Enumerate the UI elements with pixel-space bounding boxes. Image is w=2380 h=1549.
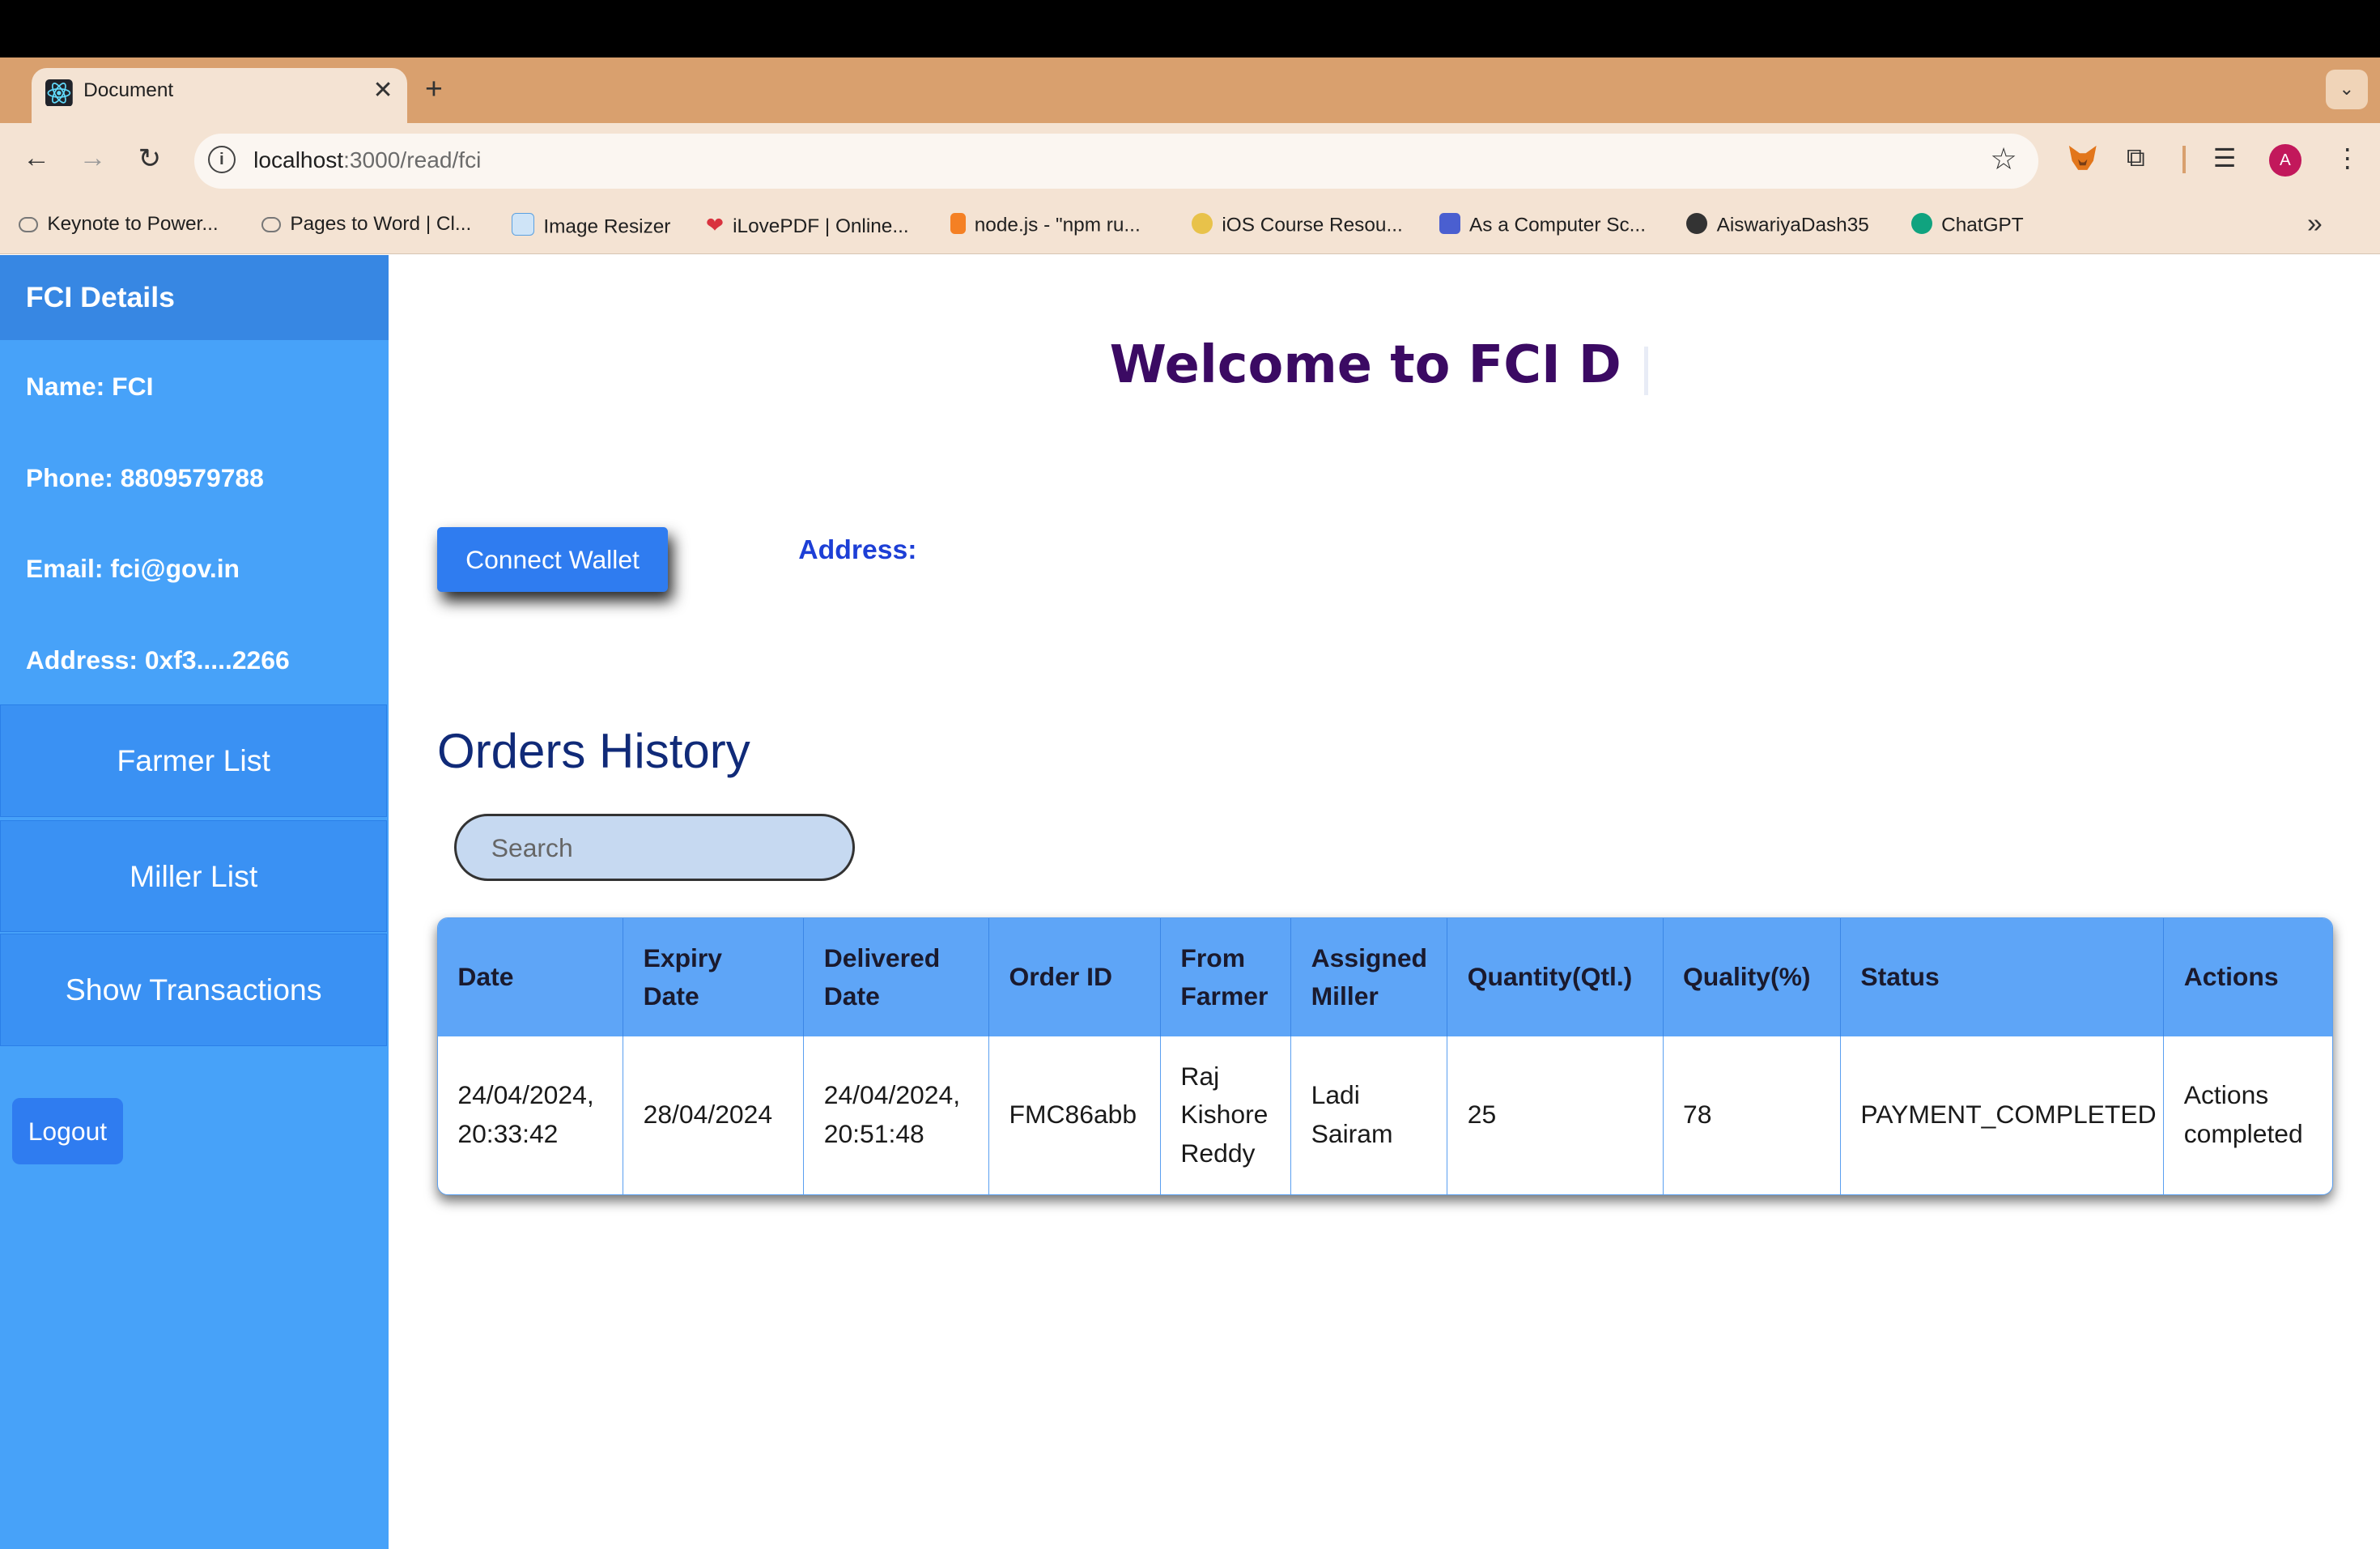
fci-name: Name: FCI [25, 372, 154, 402]
column-header[interactable]: Expiry Date [623, 917, 805, 1036]
table-header-row: Date Expiry Date Delivered Date Order ID… [438, 917, 2332, 1036]
chatgpt-icon [1910, 212, 1932, 234]
url-text[interactable]: localhost:3000/read/fci [253, 147, 481, 173]
farmer-list-button[interactable]: Farmer List [0, 704, 388, 817]
heart-icon: ❤ [705, 212, 724, 237]
cell-order-id: FMC86abb [988, 1036, 1161, 1194]
bookmark-item[interactable]: Keynote to Power... [18, 213, 219, 236]
profile-avatar[interactable]: A [2269, 144, 2301, 177]
column-header[interactable]: Order ID [988, 917, 1161, 1036]
cell-quantity: 25 [1447, 1036, 1664, 1194]
sidebar-title: FCI Details [25, 280, 175, 313]
cell-assigned-miller: Ladi Sairam [1290, 1036, 1448, 1194]
screen: Document ✕ + ⌄ ← → ↻ i localhost:3000/re… [0, 0, 2380, 1549]
media-queue-icon[interactable]: ☰ [2213, 143, 2237, 173]
bookmark-item[interactable]: Image Resizer [511, 212, 670, 239]
new-tab-icon[interactable]: + [425, 71, 443, 106]
bookmark-item[interactable]: ChatGPT [1910, 212, 2024, 237]
orders-history-heading: Orders History [437, 723, 750, 778]
close-icon[interactable]: ✕ [372, 76, 393, 104]
column-header[interactable]: Assigned Miller [1290, 917, 1448, 1036]
bookmarks-bar: Keynote to Power... Pages to Word | Cl..… [0, 198, 2380, 255]
back-icon[interactable]: ← [23, 143, 50, 174]
bookmark-item[interactable]: iOS Course Resou... [1191, 212, 1403, 237]
column-header[interactable]: Status [1840, 917, 2165, 1036]
cell-status: PAYMENT_COMPLETED [1840, 1036, 2165, 1194]
fci-phone: Phone: 8809579788 [25, 462, 264, 492]
top-black-bar [0, 0, 2380, 58]
search-box[interactable] [453, 814, 855, 881]
reload-icon[interactable]: ↻ [138, 143, 161, 175]
bookmark-item[interactable]: As a Computer Sc... [1439, 212, 1646, 237]
table-row: 24/04/2024, 20:33:42 28/04/2024 24/04/20… [438, 1036, 2332, 1194]
image-icon [511, 212, 535, 236]
typing-cursor [1643, 346, 1649, 395]
browser-tab[interactable]: Document ✕ [32, 68, 407, 123]
forward-icon[interactable]: → [79, 143, 107, 174]
column-header[interactable]: Date [438, 917, 624, 1036]
column-header[interactable]: Quantity(Qtl.) [1447, 917, 1664, 1036]
tab-title: Document [83, 79, 174, 101]
github-icon [1686, 212, 1708, 234]
column-header[interactable]: Delivered Date [803, 917, 990, 1036]
cell-expiry-date: 28/04/2024 [623, 1036, 805, 1194]
fci-address: Address: 0xf3.....2266 [25, 645, 290, 674]
course-icon [1191, 212, 1213, 234]
bookmark-item[interactable]: node.js - "npm ru... [950, 212, 1141, 237]
react-icon [45, 79, 73, 107]
extensions-icon[interactable]: ⧉ [2127, 143, 2145, 173]
column-header[interactable]: Actions [2163, 917, 2332, 1036]
logout-button[interactable]: Logout [12, 1097, 123, 1165]
column-header[interactable]: Quality(%) [1663, 917, 1841, 1036]
connect-wallet-button[interactable]: Connect Wallet [437, 526, 668, 593]
site-info-icon[interactable]: i [207, 146, 236, 173]
cell-from-farmer: Raj Kishore Reddy [1160, 1036, 1292, 1194]
miller-list-button[interactable]: Miller List [0, 819, 388, 933]
chevron-down-icon[interactable]: ⌄ [2325, 70, 2368, 109]
bookmark-item[interactable]: AiswariyaDash35 [1686, 212, 1869, 237]
bookmarks-overflow-icon[interactable]: » [2307, 208, 2323, 240]
toolbar-divider [2182, 146, 2186, 173]
cloud-icon [261, 217, 282, 233]
cell-quality: 78 [1663, 1036, 1841, 1194]
column-header[interactable]: From Farmer [1160, 917, 1292, 1036]
cell-date: 24/04/2024, 20:33:42 [438, 1036, 624, 1194]
show-transactions-button[interactable]: Show Transactions [0, 934, 388, 1046]
printer-icon [1439, 212, 1460, 234]
address-bar[interactable]: i localhost:3000/read/fci ☆ [194, 134, 2039, 189]
orders-table: Date Expiry Date Delivered Date Order ID… [437, 917, 2333, 1195]
metamask-icon[interactable] [2068, 144, 2098, 172]
stackoverflow-icon [950, 212, 966, 234]
cloud-icon [18, 217, 39, 233]
page-title: Welcome to FCI D [1109, 335, 1621, 396]
cell-actions: Actions completed [2183, 1080, 2303, 1149]
bookmark-star-icon[interactable]: ☆ [1990, 141, 2017, 177]
bookmark-item[interactable]: Pages to Word | Cl... [261, 213, 471, 236]
search-input[interactable] [488, 831, 844, 865]
more-menu-icon[interactable]: ⋮ [2335, 143, 2361, 173]
bookmark-item[interactable]: ❤ iLovePDF | Online... [706, 213, 909, 238]
wallet-address-label: Address: [798, 534, 917, 565]
fci-email: Email: fci@gov.in [25, 554, 240, 584]
sidebar-header: FCI Details [0, 255, 389, 340]
cell-delivered-date: 24/04/2024, 20:51:48 [803, 1036, 990, 1194]
sidebar: FCI Details Name: FCI Phone: 8809579788 … [0, 255, 389, 1549]
